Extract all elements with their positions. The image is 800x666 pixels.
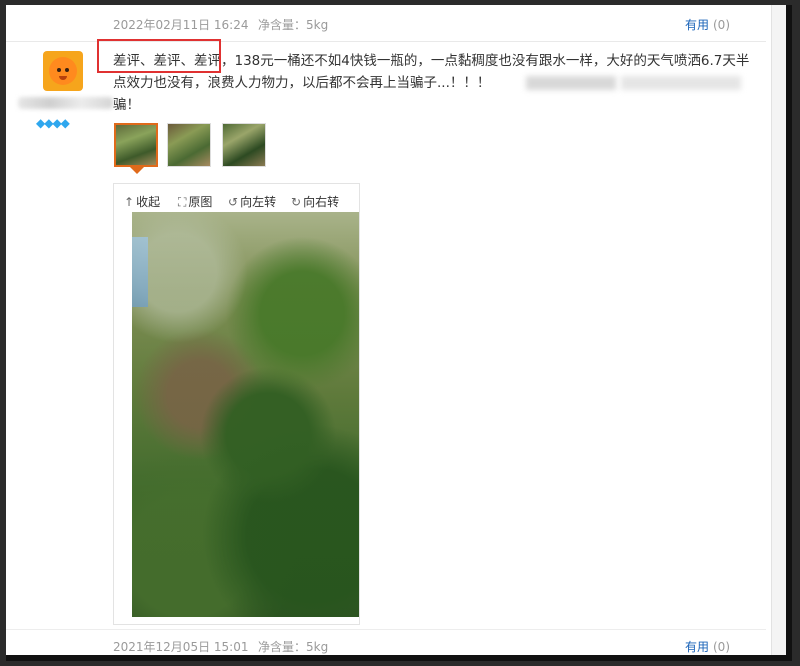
useful-button[interactable]: 有用 (0) (685, 16, 730, 33)
fullscreen-icon: ⛶ (178, 195, 187, 209)
original-image-button[interactable]: ⛶ 原图 (178, 193, 212, 210)
useful-button[interactable]: 有用 (0) (685, 638, 730, 655)
arrow-up-icon: ↑ (124, 195, 135, 209)
annotation-highlight-box (97, 39, 221, 73)
username-redacted (18, 97, 113, 109)
avatar-eye (65, 68, 69, 72)
useful-count: (0) (713, 18, 730, 32)
redacted-text (621, 76, 741, 90)
collapse-label: 收起 (136, 195, 161, 209)
user-level-icon: ◆◆◆◆ (36, 116, 70, 130)
previous-review-footer: 2022年02月11日 16:24 净含量：5kg 有用 (0) (6, 5, 766, 42)
thumbnail-selected[interactable] (114, 123, 158, 167)
product-spec: 净含量：5kg (258, 18, 329, 32)
photo-water-area (132, 237, 148, 307)
original-label: 原图 (188, 195, 213, 209)
rotate-right-label: 向右转 (303, 195, 340, 209)
next-review-header: 2021年12月05日 15:01 净含量：5kg 有用 (0) (6, 629, 766, 655)
review-text-end: 骗！ (113, 97, 140, 113)
useful-label[interactable]: 有用 (685, 18, 709, 32)
review-photo[interactable] (132, 212, 359, 617)
avatar-eye (57, 68, 61, 72)
useful-count: (0) (713, 640, 730, 654)
rotate-left-button[interactable]: ↺ 向左转 (228, 193, 276, 210)
rotate-left-label: 向左转 (240, 195, 277, 209)
review-list: 2022年02月11日 16:24 净含量：5kg 有用 (0) ◆◆◆◆ 差评、… (6, 5, 792, 661)
thumbnail[interactable] (167, 123, 211, 167)
thumbnail[interactable] (222, 123, 266, 167)
rotate-right-button[interactable]: ↻ 向右转 (291, 193, 339, 210)
avatar[interactable] (43, 51, 83, 91)
review-date: 2021年12月05日 15:01 (113, 640, 249, 654)
review-date: 2022年02月11日 16:24 (113, 18, 249, 32)
collapse-button[interactable]: ↑ 收起 (124, 193, 160, 210)
rotate-left-icon: ↺ (228, 195, 239, 209)
rotate-right-icon: ↻ (291, 195, 302, 209)
thumbnail-pointer-icon (130, 167, 144, 174)
redacted-text (526, 76, 616, 90)
avatar-face-icon (49, 57, 77, 85)
useful-label[interactable]: 有用 (685, 640, 709, 654)
product-spec: 净含量：5kg (258, 640, 329, 654)
image-viewer: ↑ 收起 ⛶ 原图 ↺ 向左转 ↻ 向右转 (113, 183, 360, 625)
scrollbar[interactable] (771, 5, 786, 655)
